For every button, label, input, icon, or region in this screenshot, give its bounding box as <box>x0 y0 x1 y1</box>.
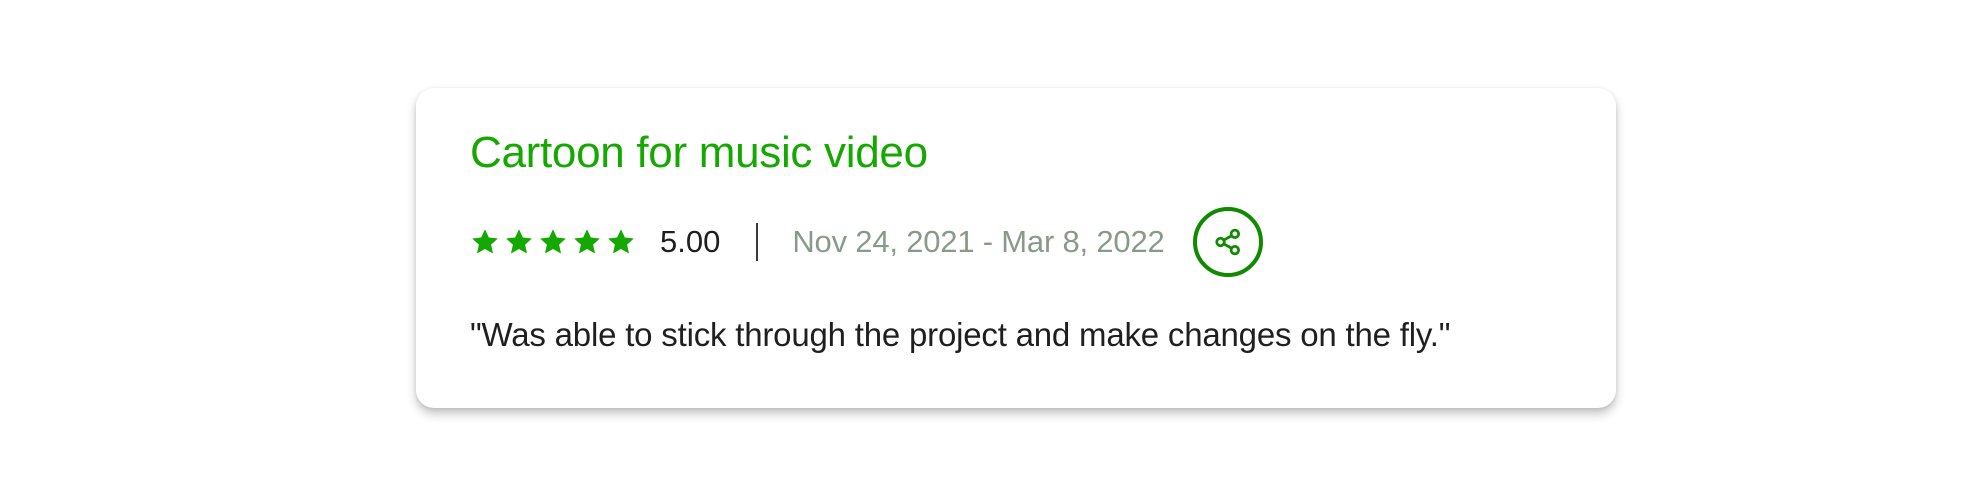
review-quote: "Was able to stick through the project a… <box>470 316 1451 353</box>
star-icon <box>504 227 534 257</box>
divider <box>756 223 759 261</box>
share-icon <box>1213 227 1243 257</box>
star-icon <box>572 227 602 257</box>
star-icon <box>606 227 636 257</box>
review-meta: 5.00 Nov 24, 2021 - Mar 8, 2022 <box>470 204 1263 280</box>
rating-value: 5.00 <box>660 224 721 259</box>
star-icon <box>538 227 568 257</box>
date-range: Nov 24, 2021 - Mar 8, 2022 <box>792 224 1165 259</box>
star-icon <box>470 227 500 257</box>
review-title[interactable]: Cartoon for music video <box>470 128 928 178</box>
star-rating <box>470 227 636 257</box>
review-card: Cartoon for music video 5.00 Nov 24, 202… <box>416 88 1616 408</box>
share-button[interactable] <box>1192 207 1263 277</box>
